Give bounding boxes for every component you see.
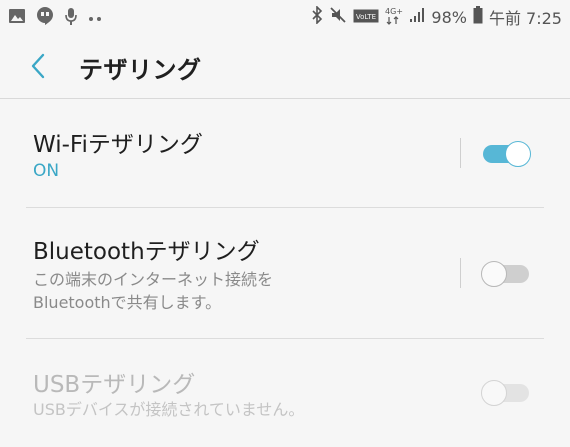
vertical-divider [460, 138, 461, 168]
usb-tethering-toggle [481, 378, 533, 406]
status-bar: VoLTE 4G+ 98% 午前 7:25 [0, 0, 570, 34]
battery-icon [473, 6, 483, 28]
setting-description: USBデバイスが接続されていません。 [33, 400, 305, 419]
wifi-tethering-toggle[interactable] [481, 139, 533, 167]
back-button[interactable] [22, 50, 54, 82]
4g-icon: 4G+ [385, 5, 403, 29]
more-dots-icon [88, 9, 102, 28]
svg-text:VoLTE: VoLTE [356, 13, 376, 21]
signal-icon [409, 7, 425, 27]
bluetooth-icon [311, 5, 323, 28]
mute-icon [329, 6, 347, 28]
setting-usb-tethering: USBテザリング USBデバイスが接続されていません。 [0, 339, 570, 447]
hangouts-icon [36, 6, 54, 30]
toggle-knob [481, 380, 507, 406]
svg-text:4G+: 4G+ [385, 7, 403, 16]
setting-title: Wi-Fiテザリング [33, 132, 203, 158]
setting-description: Bluetoothで共有します。 [33, 293, 222, 312]
bluetooth-tethering-toggle[interactable] [481, 259, 533, 287]
setting-status: ON [33, 161, 60, 181]
setting-title: Bluetoothテザリング [33, 239, 260, 265]
status-bar-notifications [8, 6, 102, 30]
microphone-icon [64, 6, 78, 30]
chevron-left-icon [31, 53, 45, 79]
vertical-divider [460, 258, 461, 288]
page-title: テザリング [79, 56, 202, 84]
toggle-knob [505, 141, 531, 167]
setting-description: この端末のインターネット接続を [33, 270, 274, 289]
image-icon [8, 8, 26, 28]
app-bar: テザリング [0, 34, 570, 98]
toggle-knob [481, 261, 507, 287]
status-bar-system: VoLTE 4G+ 98% 午前 7:25 [311, 5, 562, 29]
setting-wifi-tethering[interactable]: Wi-Fiテザリング ON [0, 99, 570, 207]
battery-percent: 98% [431, 7, 467, 27]
volte-icon: VoLTE [353, 8, 379, 27]
setting-bluetooth-tethering[interactable]: Bluetoothテザリング この端末のインターネット接続を Bluetooth… [0, 208, 570, 338]
clock: 午前 7:25 [488, 9, 562, 28]
setting-title: USBテザリング [33, 372, 196, 398]
